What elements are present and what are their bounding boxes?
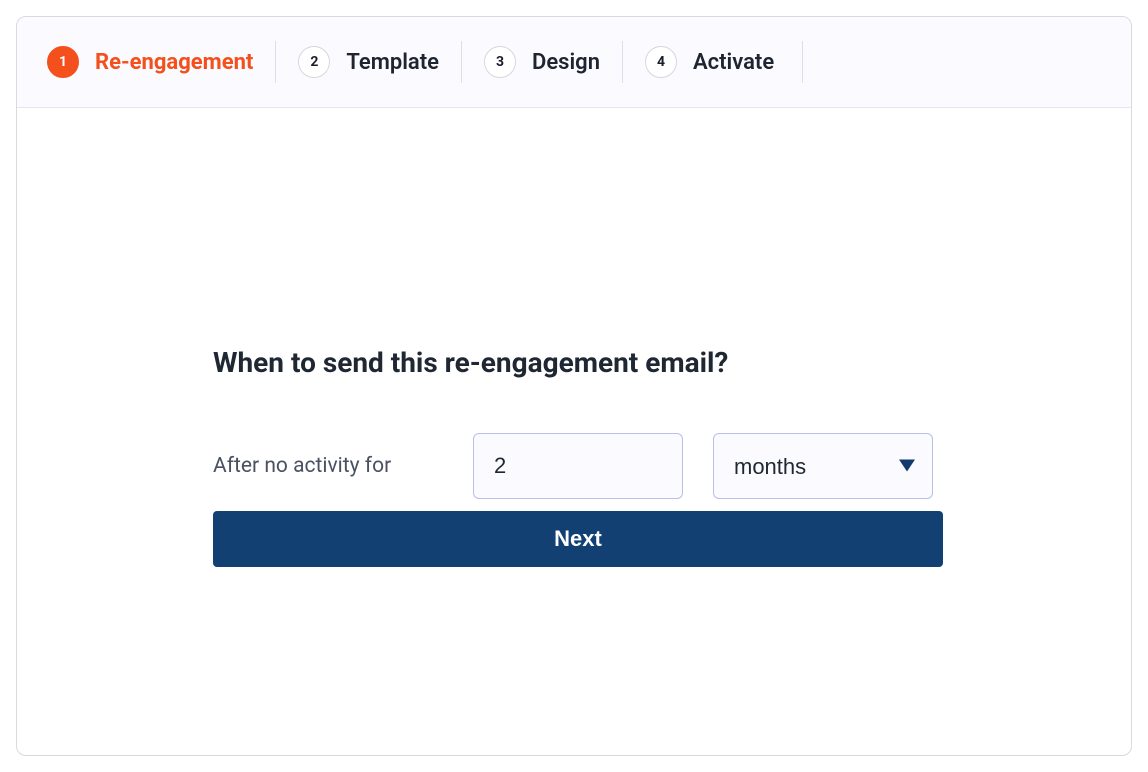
unit-select[interactable]: months xyxy=(713,433,933,499)
step-design[interactable]: 3 Design xyxy=(484,46,600,78)
content-area: When to send this re-engagement email? A… xyxy=(17,108,1131,567)
step-number-badge: 2 xyxy=(298,46,330,78)
stepper: 1 Re-engagement 2 Template 3 Design 4 Ac… xyxy=(17,17,1131,108)
step-number-badge: 3 xyxy=(484,46,516,78)
next-button[interactable]: Next xyxy=(213,511,943,567)
step-label: Activate xyxy=(693,50,774,75)
unit-select-wrap: months xyxy=(713,433,933,499)
step-label: Design xyxy=(532,50,600,75)
step-label: Re-engagement xyxy=(95,50,253,75)
step-divider xyxy=(275,41,276,83)
inactivity-label: After no activity for xyxy=(213,454,443,478)
step-divider xyxy=(622,41,623,83)
step-template[interactable]: 2 Template xyxy=(298,46,439,78)
page-heading: When to send this re-engagement email? xyxy=(213,346,935,379)
wizard-card: 1 Re-engagement 2 Template 3 Design 4 Ac… xyxy=(16,16,1132,756)
duration-input[interactable] xyxy=(473,433,683,499)
step-activate[interactable]: 4 Activate xyxy=(645,46,774,78)
step-divider xyxy=(461,41,462,83)
inactivity-form-row: After no activity for months xyxy=(213,433,935,499)
step-number-badge: 1 xyxy=(47,46,79,78)
step-re-engagement[interactable]: 1 Re-engagement xyxy=(47,46,253,78)
step-number-badge: 4 xyxy=(645,46,677,78)
step-label: Template xyxy=(346,50,439,75)
step-divider xyxy=(802,41,803,83)
